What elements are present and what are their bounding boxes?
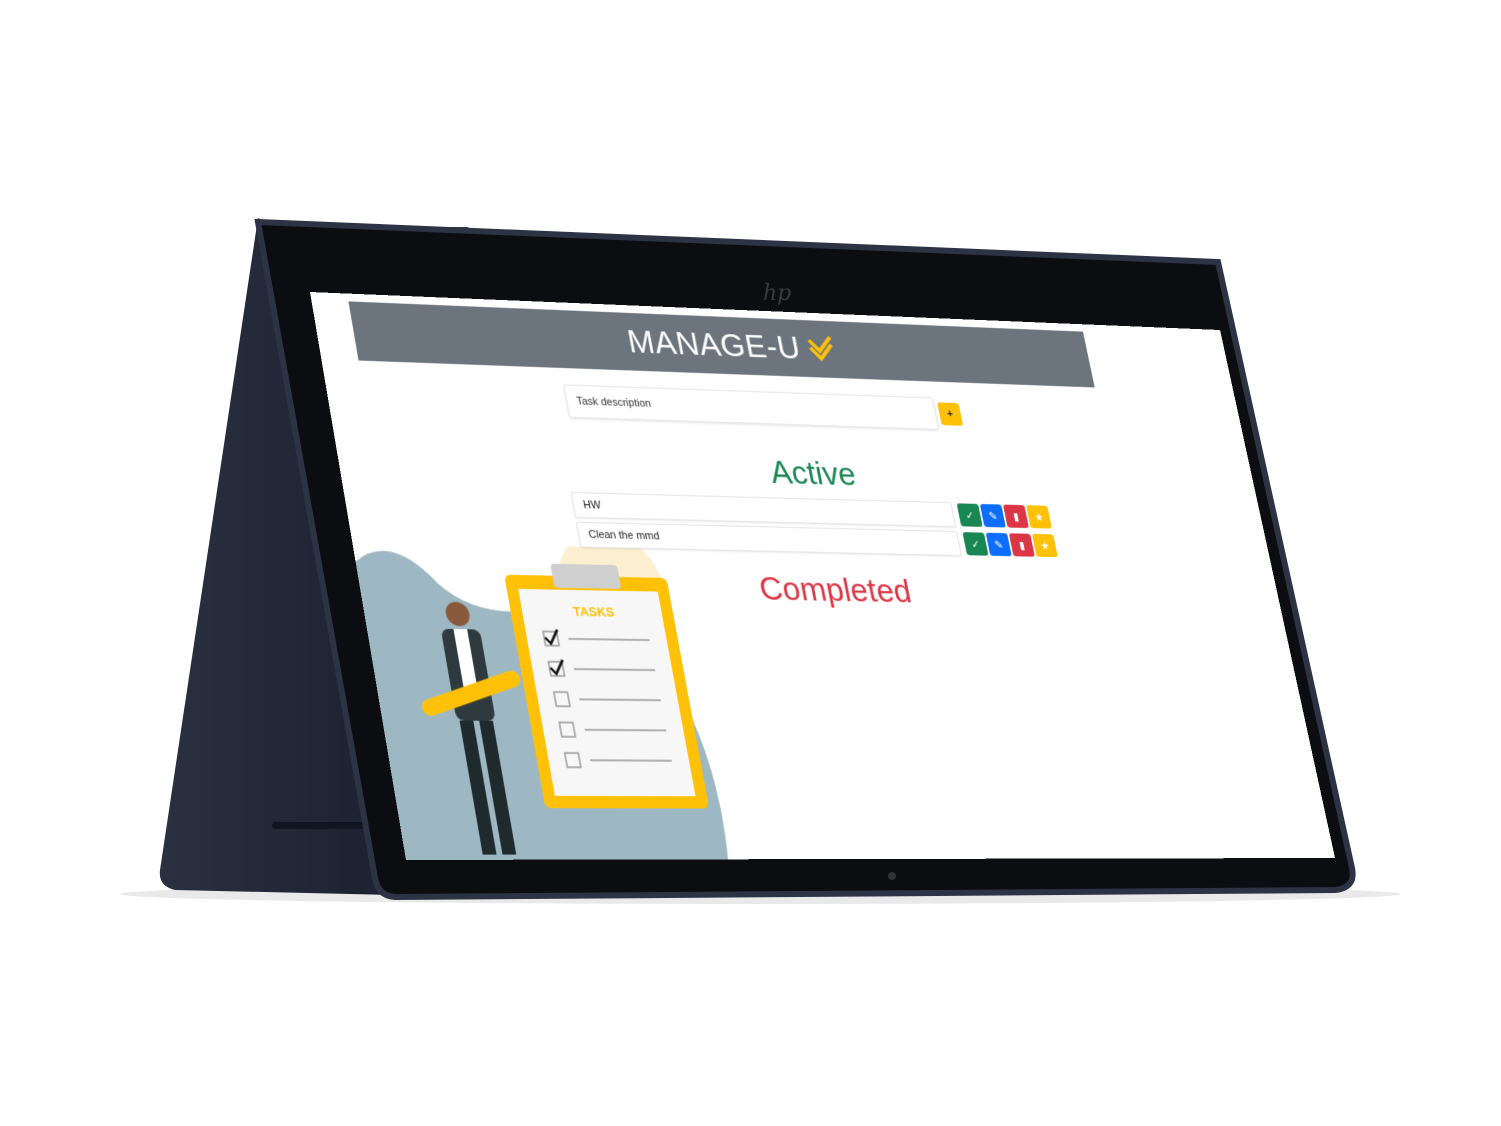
edit-task-button[interactable]: ✎ — [979, 503, 1006, 528]
favorite-task-button[interactable]: ★ — [1026, 505, 1052, 529]
trash-icon: ▮ — [1012, 510, 1020, 523]
complete-task-button[interactable]: ✓ — [962, 532, 989, 556]
complete-task-button[interactable]: ✓ — [956, 503, 983, 527]
edit-task-button[interactable]: ✎ — [985, 532, 1012, 557]
double-check-icon — [805, 334, 838, 364]
check-icon: ✓ — [970, 538, 981, 551]
task-actions: ✓ ✎ ▮ ★ — [955, 503, 1052, 529]
webcam-icon — [888, 872, 896, 880]
star-icon: ★ — [1039, 540, 1051, 552]
app-title: MANAGE-U — [624, 322, 804, 366]
check-icon: ✓ — [964, 509, 976, 522]
brand-logo-icon: hp — [763, 281, 791, 306]
star-icon: ★ — [1033, 511, 1045, 524]
active-task-list: HW ✓ ✎ ▮ ★ Clean the mmd ✓ ✎ ▮ ★ — [570, 491, 1058, 561]
delete-task-button[interactable]: ▮ — [1008, 533, 1035, 557]
screen-display: TASKS MANAGE-U + A — [310, 292, 1336, 860]
favorite-task-button[interactable]: ★ — [1031, 533, 1058, 558]
task-description-input[interactable] — [563, 384, 940, 430]
pencil-icon: ✎ — [993, 539, 1005, 551]
task-form: + — [563, 383, 964, 431]
active-section-title: Active — [767, 453, 859, 494]
trash-icon: ▮ — [1018, 539, 1026, 552]
task-actions: ✓ ✎ ▮ ★ — [961, 532, 1058, 558]
pencil-icon: ✎ — [987, 510, 999, 523]
clipboard-title: TASKS — [572, 604, 616, 620]
add-task-button[interactable]: + — [937, 402, 964, 426]
delete-task-button[interactable]: ▮ — [1002, 504, 1029, 529]
